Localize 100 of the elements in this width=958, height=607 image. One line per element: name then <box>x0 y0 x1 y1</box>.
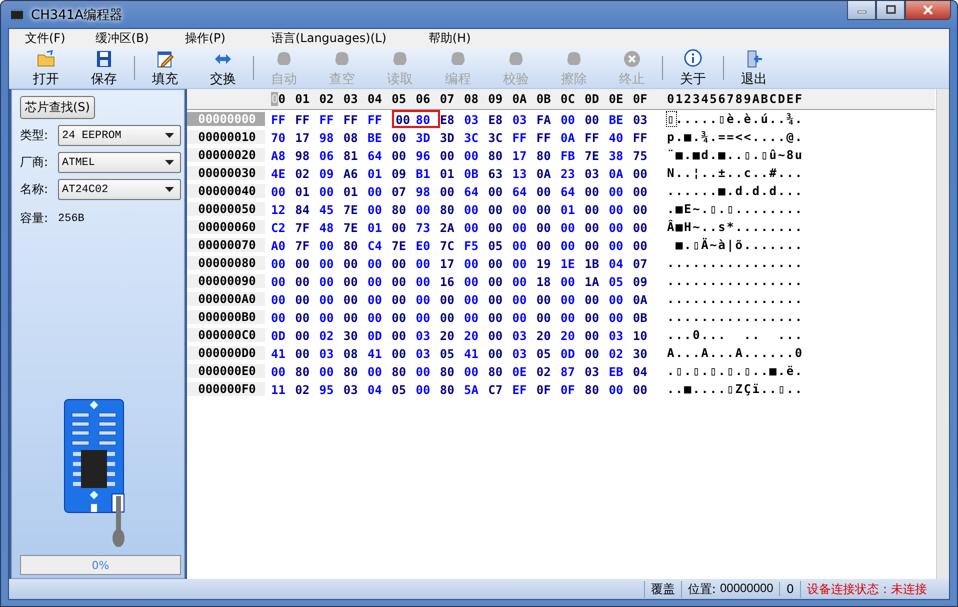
hex-byte[interactable]: 00 <box>319 272 344 290</box>
hex-byte[interactable]: 00 <box>392 326 416 344</box>
hex-byte[interactable]: 00 <box>560 218 585 236</box>
hex-byte[interactable]: 98 <box>416 182 440 200</box>
hex-byte[interactable]: 00 <box>584 290 609 308</box>
hex-byte[interactable]: 00 <box>416 308 440 326</box>
hex-byte[interactable]: 10 <box>632 326 657 344</box>
chip-search-button[interactable]: 芯片查找(S) <box>20 96 95 119</box>
hex-byte[interactable]: 00 <box>536 308 560 326</box>
hex-byte[interactable]: FF <box>295 110 320 128</box>
hex-byte[interactable]: BE <box>608 110 633 128</box>
hex-byte[interactable]: 01 <box>343 182 368 200</box>
hex-byte[interactable]: 00 <box>464 200 488 218</box>
hex-byte[interactable]: FF <box>632 128 657 146</box>
hex-byte[interactable]: 00 <box>440 290 464 308</box>
hex-byte[interactable]: 00 <box>608 236 633 254</box>
hex-byte[interactable]: 4E <box>271 164 296 182</box>
hex-byte[interactable]: 16 <box>440 272 464 290</box>
hex-byte[interactable]: 00 <box>608 218 633 236</box>
hex-byte[interactable]: C7 <box>488 380 512 398</box>
hex-byte[interactable]: 00 <box>392 128 416 146</box>
hex-byte[interactable]: 00 <box>608 380 633 398</box>
hex-byte[interactable]: 07 <box>632 254 657 272</box>
hex-byte[interactable]: 30 <box>632 344 657 362</box>
hex-byte[interactable]: 00 <box>416 200 440 218</box>
hex-byte[interactable]: 1B <box>584 254 609 272</box>
hex-byte[interactable]: 00 <box>560 290 585 308</box>
hex-byte[interactable]: 0A <box>536 164 560 182</box>
hex-byte[interactable]: 00 <box>392 218 416 236</box>
hex-byte[interactable]: 03 <box>319 344 344 362</box>
hex-byte[interactable]: 00 <box>464 290 488 308</box>
hex-byte[interactable]: 00 <box>488 200 512 218</box>
hex-byte[interactable]: 7E <box>343 200 368 218</box>
hex-byte[interactable]: 00 <box>608 308 633 326</box>
hex-byte[interactable]: 13 <box>512 164 536 182</box>
hex-byte[interactable]: 00 <box>488 308 512 326</box>
hex-byte[interactable]: 05 <box>608 272 633 290</box>
hex-byte[interactable]: 70 <box>271 128 296 146</box>
menu-item[interactable]: 文件(F) <box>17 30 88 47</box>
hex-byte[interactable]: 95 <box>319 380 344 398</box>
hex-byte[interactable]: 00 <box>392 344 416 362</box>
hex-byte[interactable]: 00 <box>632 164 657 182</box>
hex-byte[interactable]: 00 <box>584 308 609 326</box>
hex-byte[interactable]: 00 <box>560 236 585 254</box>
hex-byte[interactable]: 00 <box>319 308 344 326</box>
hex-byte[interactable]: 00 <box>319 362 344 380</box>
hex-byte[interactable]: 00 <box>512 272 536 290</box>
hex-byte[interactable]: 3C <box>464 128 488 146</box>
hex-byte[interactable]: 02 <box>295 380 320 398</box>
hex-byte[interactable]: 00 <box>392 308 416 326</box>
hex-byte[interactable]: 03 <box>632 110 658 128</box>
hex-byte[interactable]: C2 <box>271 218 296 236</box>
hex-byte[interactable]: 98 <box>295 146 320 164</box>
hex-byte[interactable]: 00 <box>368 182 392 200</box>
hex-byte[interactable]: 7E <box>584 146 609 164</box>
minimize-button[interactable] <box>847 1 876 20</box>
hex-byte[interactable]: 00 <box>464 218 488 236</box>
hex-byte[interactable]: 00 <box>319 236 344 254</box>
hex-byte[interactable]: FF <box>368 110 392 128</box>
hex-byte[interactable]: 64 <box>560 182 585 200</box>
hex-byte[interactable]: 73 <box>416 218 440 236</box>
hex-byte[interactable]: EB <box>608 362 633 380</box>
hex-byte[interactable]: 00 <box>368 362 392 380</box>
menu-item[interactable]: 语言(Languages)(L) <box>263 30 420 47</box>
hex-byte[interactable]: 08 <box>343 128 368 146</box>
hex-byte[interactable]: 00 <box>319 182 344 200</box>
hex-byte[interactable]: 00 <box>512 290 536 308</box>
hex-byte[interactable]: 80 <box>536 146 560 164</box>
hex-byte[interactable]: 00 <box>295 254 320 272</box>
hex-byte[interactable]: 0D <box>271 326 296 344</box>
hex-byte[interactable]: 01 <box>368 218 392 236</box>
hex-byte[interactable]: 00 <box>464 272 488 290</box>
hex-byte[interactable]: 00 <box>536 290 560 308</box>
hex-byte[interactable]: 00 <box>608 200 633 218</box>
hex-byte[interactable]: BE <box>368 128 392 146</box>
hex-byte[interactable]: 0F <box>560 380 585 398</box>
hex-byte[interactable]: 00 <box>271 254 296 272</box>
hex-byte[interactable]: 64 <box>368 146 392 164</box>
hex-byte[interactable]: 00 <box>536 218 560 236</box>
hex-byte[interactable]: 01 <box>560 200 585 218</box>
hex-byte[interactable]: 03 <box>584 362 609 380</box>
hex-byte[interactable]: 02 <box>295 164 320 182</box>
hex-byte[interactable]: 00 <box>440 308 464 326</box>
hex-byte[interactable]: 80 <box>392 200 416 218</box>
hex-byte[interactable]: 0B <box>632 308 657 326</box>
hex-byte[interactable]: 75 <box>632 146 657 164</box>
hex-byte[interactable]: 00 <box>368 200 392 218</box>
hex-byte[interactable]: 00 <box>343 290 368 308</box>
hex-byte[interactable]: 00 <box>608 182 633 200</box>
hex-byte[interactable]: 00 <box>392 272 416 290</box>
hex-byte[interactable]: 3C <box>488 128 512 146</box>
scrollbar[interactable] <box>936 89 949 579</box>
hex-byte[interactable]: 7E <box>343 218 368 236</box>
hex-byte[interactable]: E8 <box>440 110 464 128</box>
hex-byte[interactable]: 17 <box>512 146 536 164</box>
hex-byte[interactable]: 18 <box>536 272 560 290</box>
hex-byte[interactable]: E8 <box>488 110 512 128</box>
maximize-button[interactable] <box>876 1 905 20</box>
hex-byte[interactable]: 00 <box>536 200 560 218</box>
hex-byte[interactable]: 38 <box>608 146 633 164</box>
